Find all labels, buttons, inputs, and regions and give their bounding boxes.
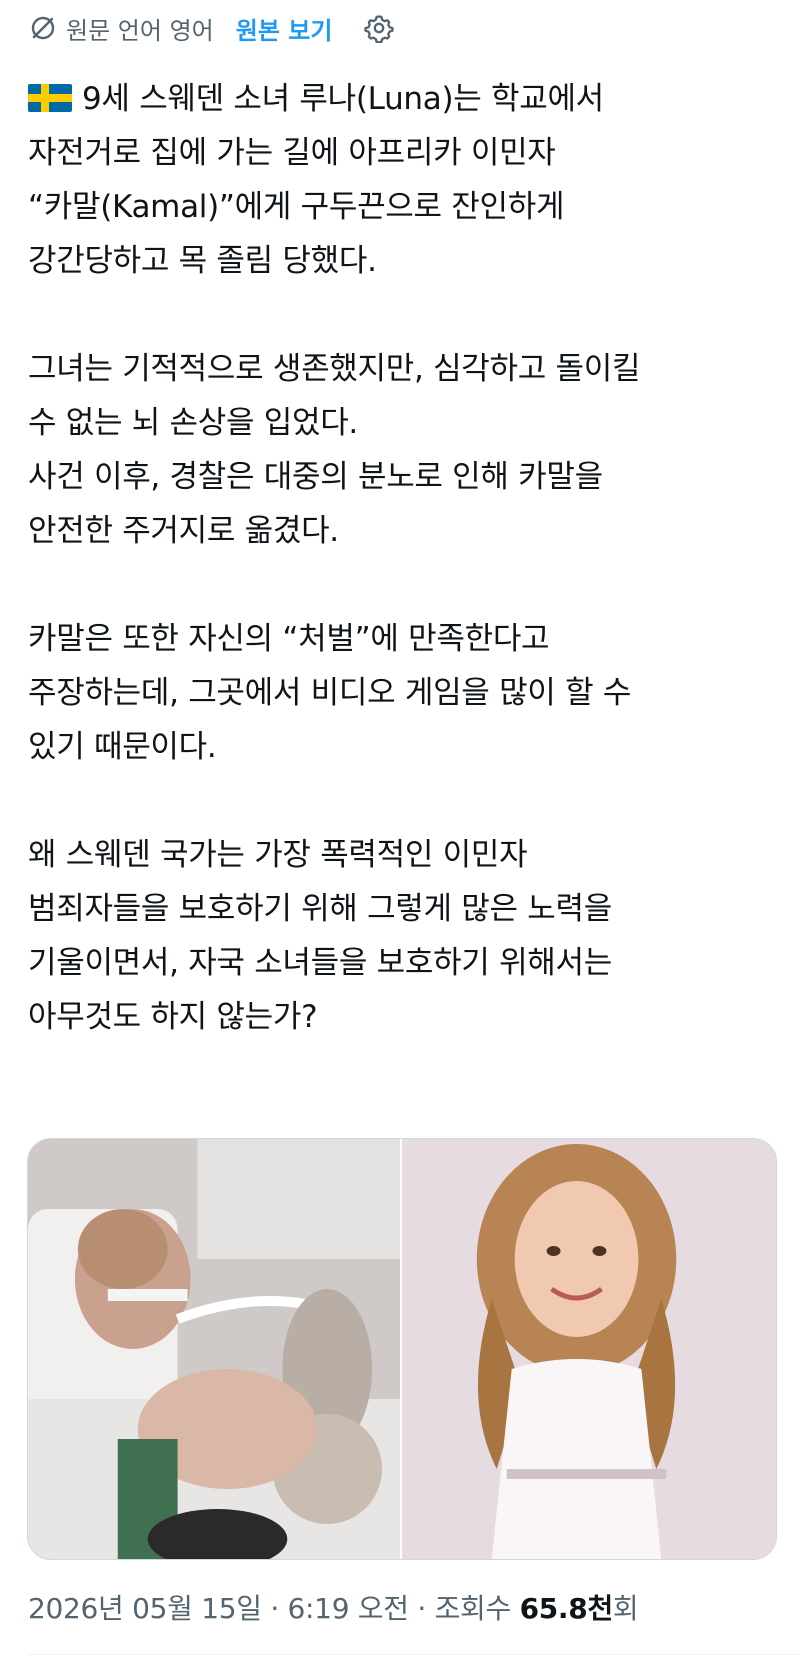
tweet-line: 사건 이후, 경찰은 대중의 분노로 인해 카말을 bbox=[28, 459, 603, 495]
views-suffix: 회 bbox=[612, 1592, 639, 1625]
translate-icon bbox=[28, 13, 58, 43]
tweet-line: 주장하는데, 그곳에서 비디오 게임을 많이 할 수 bbox=[28, 675, 632, 711]
tweet-line: 안전한 주거지로 옮겼다. bbox=[28, 513, 339, 549]
tweet-date[interactable]: 2026년 05월 15일 bbox=[28, 1592, 262, 1625]
tweet-text: 9세 스웨덴 소녀 루나(Luna)는 학교에서 자전거로 집에 가는 길에 아… bbox=[28, 72, 778, 1044]
tweet-line: 자전거로 집에 가는 길에 아프리카 이민자 bbox=[28, 135, 556, 171]
sweden-flag-icon bbox=[28, 84, 72, 112]
tweet-line: 아무것도 하지 않는가? bbox=[28, 999, 318, 1035]
hospital-bed-photo[interactable] bbox=[28, 1139, 400, 1559]
tweet-line: 있기 때문이다. bbox=[28, 729, 217, 765]
views-label: 조회수 bbox=[434, 1592, 512, 1625]
translation-bar: 원문 언어 영어 원본 보기 bbox=[28, 8, 396, 48]
tweet-line: 강간당하고 목 졸림 당했다. bbox=[28, 243, 377, 279]
portrait-photo[interactable] bbox=[402, 1139, 776, 1559]
tweet-line: 기울이면서, 자국 소녀들을 보호하기 위해서는 bbox=[28, 945, 612, 981]
tweet-metadata: 2026년 05월 15일 · 6:19 오전 · 조회수 65.8천회 bbox=[28, 1587, 639, 1627]
media-gallery[interactable] bbox=[27, 1138, 777, 1560]
show-original-link[interactable]: 원본 보기 bbox=[236, 11, 333, 46]
tweet-line: 카말은 또한 자신의 “처벌”에 만족한다고 bbox=[28, 621, 550, 657]
tweet-line: 범죄자들을 보호하기 위해 그렇게 많은 노력을 bbox=[28, 891, 612, 927]
tweet-line: 9세 스웨덴 소녀 루나(Luna)는 학교에서 bbox=[28, 72, 778, 126]
meta-separator: · bbox=[417, 1592, 426, 1625]
tweet-line: 왜 스웨덴 국가는 가장 폭력적인 이민자 bbox=[28, 837, 528, 873]
gear-icon[interactable] bbox=[362, 11, 396, 45]
tweet-line: “카말(Kamal)”에게 구두끈으로 잔인하게 bbox=[28, 189, 565, 225]
tweet-line: 수 없는 뇌 손상을 입었다. bbox=[28, 405, 358, 441]
divider bbox=[28, 1654, 800, 1655]
tweet-time[interactable]: 6:19 오전 bbox=[288, 1592, 410, 1625]
translation-label: 원문 언어 영어 bbox=[66, 16, 214, 45]
tweet-line: 그녀는 기적적으로 생존했지만, 심각하고 돌이킬 bbox=[28, 351, 641, 387]
views-count: 65.8천 bbox=[519, 1592, 614, 1625]
meta-separator: · bbox=[270, 1592, 279, 1625]
